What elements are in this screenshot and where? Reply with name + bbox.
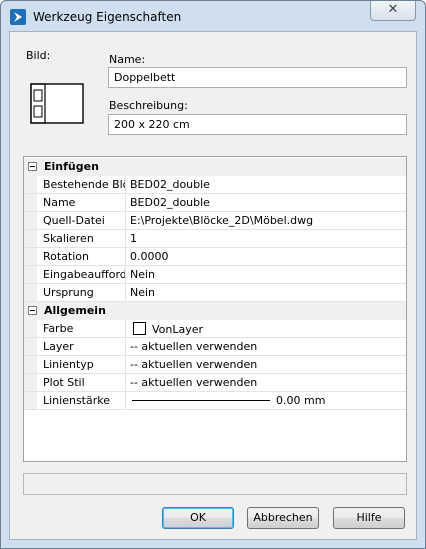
- property-row[interactable]: Eingabeaufforderung Nein: [24, 266, 406, 284]
- property-name: Quell-Datei: [37, 212, 126, 229]
- bild-label: Bild:: [26, 49, 51, 62]
- group-einfuegen-title: Einfügen: [44, 160, 99, 173]
- property-name: Layer: [37, 338, 126, 355]
- dialog-window: Werkzeug Eigenschaften ✕ Bild: Name: Dop…: [0, 0, 426, 549]
- property-name: Farbe: [37, 320, 126, 337]
- property-value[interactable]: E:\Projekte\Blöcke_2D\Möbel.dwg: [126, 212, 406, 229]
- block-preview-image: [30, 83, 84, 124]
- collapse-icon[interactable]: [28, 306, 37, 315]
- property-value[interactable]: VonLayer: [126, 320, 406, 337]
- property-row[interactable]: Rotation 0.0000: [24, 248, 406, 266]
- properties-grid[interactable]: Einfügen Bestehende Blöcke BED02_double …: [23, 156, 407, 462]
- property-row[interactable]: Linienstärke 0.00 mm: [24, 392, 406, 410]
- group-allgemein-title: Allgemein: [44, 304, 106, 317]
- property-row[interactable]: Plot Stil -- aktuellen verwenden: [24, 374, 406, 392]
- beschreibung-label: Beschreibung:: [109, 99, 188, 112]
- property-value[interactable]: 0.00 mm: [126, 392, 406, 409]
- property-row[interactable]: Bestehende Blöcke BED02_double: [24, 176, 406, 194]
- group-einfuegen-header[interactable]: Einfügen: [24, 158, 406, 176]
- app-icon: [10, 9, 26, 25]
- property-value[interactable]: Nein: [126, 266, 406, 283]
- dialog-client-area: Bild: Name: Doppelbett Beschreibung: 200…: [9, 31, 417, 540]
- cancel-button[interactable]: Abbrechen: [247, 507, 319, 529]
- property-name: Skalieren: [37, 230, 126, 247]
- property-value[interactable]: Nein: [126, 284, 406, 301]
- window-title: Werkzeug Eigenschaften: [33, 10, 182, 24]
- ok-button[interactable]: OK: [162, 507, 234, 529]
- group-allgemein-header[interactable]: Allgemein: [24, 302, 406, 320]
- status-bar: [23, 473, 407, 495]
- property-name: Rotation: [37, 248, 126, 265]
- close-button[interactable]: ✕: [370, 1, 416, 21]
- property-name: Linienstärke: [37, 392, 126, 409]
- property-row[interactable]: Quell-Datei E:\Projekte\Blöcke_2D\Möbel.…: [24, 212, 406, 230]
- name-input[interactable]: Doppelbett: [108, 67, 407, 88]
- color-swatch-icon: [133, 322, 146, 335]
- property-name: Linientyp: [37, 356, 126, 373]
- color-value: VonLayer: [152, 323, 204, 336]
- name-label: Name:: [109, 53, 146, 66]
- help-button[interactable]: Hilfe: [333, 507, 405, 529]
- property-name: Eingabeaufforderung: [37, 266, 126, 283]
- property-row[interactable]: Linientyp -- aktuellen verwenden: [24, 356, 406, 374]
- property-row[interactable]: Farbe VonLayer: [24, 320, 406, 338]
- close-icon: ✕: [387, 2, 399, 17]
- property-name: Name: [37, 194, 126, 211]
- property-name: Bestehende Blöcke: [37, 176, 126, 193]
- beschreibung-input[interactable]: 200 x 220 cm: [108, 114, 407, 135]
- property-name: Ursprung: [37, 284, 126, 301]
- property-value[interactable]: BED02_double: [126, 176, 406, 193]
- property-value[interactable]: -- aktuellen verwenden: [126, 374, 406, 391]
- lineweight-value: 0.00 mm: [276, 394, 326, 407]
- title-bar[interactable]: Werkzeug Eigenschaften ✕: [1, 1, 425, 31]
- lineweight-line-icon: [132, 400, 270, 401]
- property-value[interactable]: -- aktuellen verwenden: [126, 338, 406, 355]
- property-row[interactable]: Skalieren 1: [24, 230, 406, 248]
- property-value[interactable]: 0.0000: [126, 248, 406, 265]
- property-name: Plot Stil: [37, 374, 126, 391]
- property-value[interactable]: 1: [126, 230, 406, 247]
- property-value[interactable]: -- aktuellen verwenden: [126, 356, 406, 373]
- property-value[interactable]: BED02_double: [126, 194, 406, 211]
- property-row[interactable]: Ursprung Nein: [24, 284, 406, 302]
- property-row[interactable]: Layer -- aktuellen verwenden: [24, 338, 406, 356]
- property-row[interactable]: Name BED02_double: [24, 194, 406, 212]
- collapse-icon[interactable]: [28, 162, 37, 171]
